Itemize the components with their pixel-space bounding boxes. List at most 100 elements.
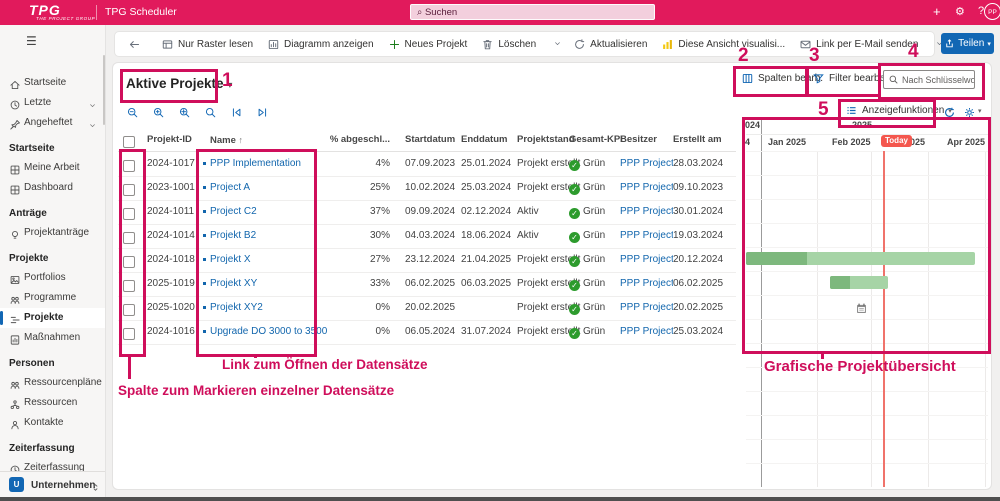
project-link[interactable]: PPP Implementation (210, 152, 301, 176)
header-besitzer[interactable]: Besitzer (620, 128, 673, 152)
sidebar-item-projekte[interactable]: Projekte (0, 308, 105, 328)
cell-startdatum: 10.02.2024 (405, 176, 455, 200)
zoom-fit-icon[interactable] (178, 104, 191, 122)
cell-startdatum: 23.12.2024 (405, 248, 455, 272)
project-link[interactable]: Upgrade DO 3000 to 3500 (210, 320, 327, 344)
edit-columns-button[interactable]: Spalten bearb. (741, 72, 823, 85)
refresh-button-label: Aktualisieren (590, 39, 647, 50)
columns-icon (741, 72, 754, 85)
sidebar-item-letzte[interactable]: Letzte (0, 93, 105, 113)
cell-erstellt-am: 25.03.2024 (673, 320, 723, 344)
cell-enddatum: 02.12.2024 (461, 200, 511, 224)
sidebar-item-ma-nahmen[interactable]: Maßnahmen (0, 328, 105, 348)
delete-button[interactable]: Löschen (481, 38, 536, 51)
back-button[interactable] (128, 38, 141, 51)
gantt-milestone-calendar-icon[interactable] (855, 300, 868, 318)
cell-gesamt-kpi: ✓Grün (569, 200, 605, 224)
header-enddatum[interactable]: Enddatum (461, 128, 507, 152)
header-startdatum[interactable]: Startdatum (405, 128, 455, 152)
new-icon[interactable]: + (933, 4, 941, 19)
skip-to-start-icon[interactable] (230, 104, 243, 122)
header-name[interactable]: Name ↑ (210, 128, 243, 152)
owner-link[interactable]: PPP Project Ma (620, 224, 673, 248)
table-row: 2024-1018Projekt X27%23.12.202421.04.202… (114, 248, 736, 272)
sidebar-item-portfolios[interactable]: Portfolios (0, 268, 105, 288)
cell-enddatum: 25.01.2024 (461, 152, 511, 176)
sidebar-item-ressourcenpl-ne[interactable]: Ressourcenpläne (0, 373, 105, 393)
cell-pct: 37% (314, 200, 390, 224)
row-checkbox[interactable] (123, 232, 135, 244)
row-checkbox[interactable] (123, 208, 135, 220)
owner-link[interactable]: PPP Project Ma (620, 320, 673, 344)
today-badge: Today (881, 135, 912, 147)
refresh-button[interactable]: Aktualisieren (573, 38, 647, 51)
record-bullet-icon (203, 162, 206, 165)
table-row: 2024-1014Projekt B230%04.03.202418.06.20… (114, 224, 736, 248)
owner-link[interactable]: PPP Project Ma (620, 176, 673, 200)
project-link[interactable]: Project A (210, 176, 250, 200)
row-checkbox[interactable] (123, 304, 135, 316)
new-project-button[interactable]: Neues Projekt (388, 38, 468, 51)
more-commands-chevron[interactable] (553, 39, 562, 50)
zoom-in-icon[interactable] (152, 104, 165, 122)
sidebar-item-ressourcen[interactable]: Ressourcen (0, 393, 105, 413)
owner-link[interactable]: PPP Project Ma (620, 152, 673, 176)
header-projektstand[interactable]: Projektstand (517, 128, 575, 152)
select-all-checkbox[interactable] (123, 136, 135, 148)
share-button[interactable]: Teilen ▾ (941, 33, 994, 54)
cell-projekt-id: 2023-1001 (147, 176, 195, 200)
sidebar-item-meine-arbeit[interactable]: Meine Arbeit (0, 158, 105, 178)
sidebar-item-dashboard[interactable]: Dashboard (0, 178, 105, 198)
settings-gear-icon[interactable]: ⚙ (955, 5, 965, 18)
header-gesamt-kpi[interactable]: Gesamt-KPI (569, 128, 623, 152)
kpi-green-check-icon: ✓ (569, 304, 580, 315)
row-checkbox[interactable] (123, 256, 135, 268)
row-checkbox[interactable] (123, 280, 135, 292)
zoom-out-icon[interactable] (126, 104, 139, 122)
gantt-bar-projekt-x[interactable] (746, 252, 975, 265)
owner-link[interactable]: PPP Project Ma (620, 200, 673, 224)
sidebar-item-projektantr-ge[interactable]: Projektanträge (0, 223, 105, 243)
gantt-settings-chevron-icon[interactable]: ▾ (978, 107, 982, 115)
owner-link[interactable]: PPP Project Ma (620, 248, 673, 272)
sidebar-item-startseite[interactable]: Startseite (0, 73, 105, 93)
environment-updown-icon[interactable] (90, 479, 101, 497)
sidebar-section-startseite: Startseite (0, 138, 105, 158)
project-link[interactable]: Project C2 (210, 200, 257, 224)
owner-link[interactable]: PPP Project Ma (620, 272, 673, 296)
header-erstellt-am[interactable]: Erstellt am (673, 128, 722, 152)
show-chart-button[interactable]: Diagramm anzeigen (267, 38, 374, 51)
display-options-button[interactable]: Anzeigefunktionen ▾ (845, 104, 952, 117)
project-link[interactable]: Projekt XY2 (210, 296, 263, 320)
row-checkbox[interactable] (123, 328, 135, 340)
project-link[interactable]: Projekt B2 (210, 224, 256, 248)
header-pct[interactable]: % abgeschl... (314, 128, 390, 152)
waffle-icon[interactable] (8, 6, 21, 19)
list-view-icon (845, 104, 858, 117)
global-search-input[interactable]: ⌕ Suchen (410, 4, 655, 20)
user-avatar[interactable]: PP (984, 3, 1000, 20)
project-link[interactable]: Projekt XY (210, 272, 257, 296)
gantt-bar-projekt-xy[interactable] (830, 276, 888, 289)
header-projekt-id[interactable]: Projekt-ID (147, 128, 192, 152)
cell-startdatum: 07.09.2023 (405, 152, 455, 176)
table-row: 2025-1019Projekt XY33%06.02.202506.03.20… (114, 272, 736, 296)
hamburger-menu-icon[interactable]: ☰ (26, 34, 37, 48)
cell-erstellt-am: 09.10.2023 (673, 176, 723, 200)
owner-link[interactable]: PPP Project Ma (620, 296, 673, 320)
keyword-filter-input[interactable]: Nach Schlüsselwort fi... (883, 70, 975, 89)
skip-to-end-icon[interactable] (256, 104, 269, 122)
row-checkbox[interactable] (123, 160, 135, 172)
sidebar-item-kontakte[interactable]: Kontakte (0, 413, 105, 433)
row-checkbox[interactable] (123, 184, 135, 196)
view-selector[interactable]: Aktive Projekte ▾ (126, 76, 232, 91)
sidebar-scrollbar[interactable] (103, 55, 105, 125)
read-grid-only-button[interactable]: Nur Raster lesen (161, 38, 253, 51)
project-link[interactable]: Projekt X (210, 248, 251, 272)
zoom-search-icon[interactable] (204, 104, 217, 122)
chartdoc-icon (9, 331, 21, 351)
email-link-button[interactable]: Link per E-Mail senden (799, 38, 918, 51)
visualize-view-button[interactable]: Diese Ansicht visualisi... (661, 38, 785, 51)
sidebar-item-angeheftet[interactable]: Angeheftet (0, 113, 105, 133)
sidebar-item-programme[interactable]: Programme (0, 288, 105, 308)
